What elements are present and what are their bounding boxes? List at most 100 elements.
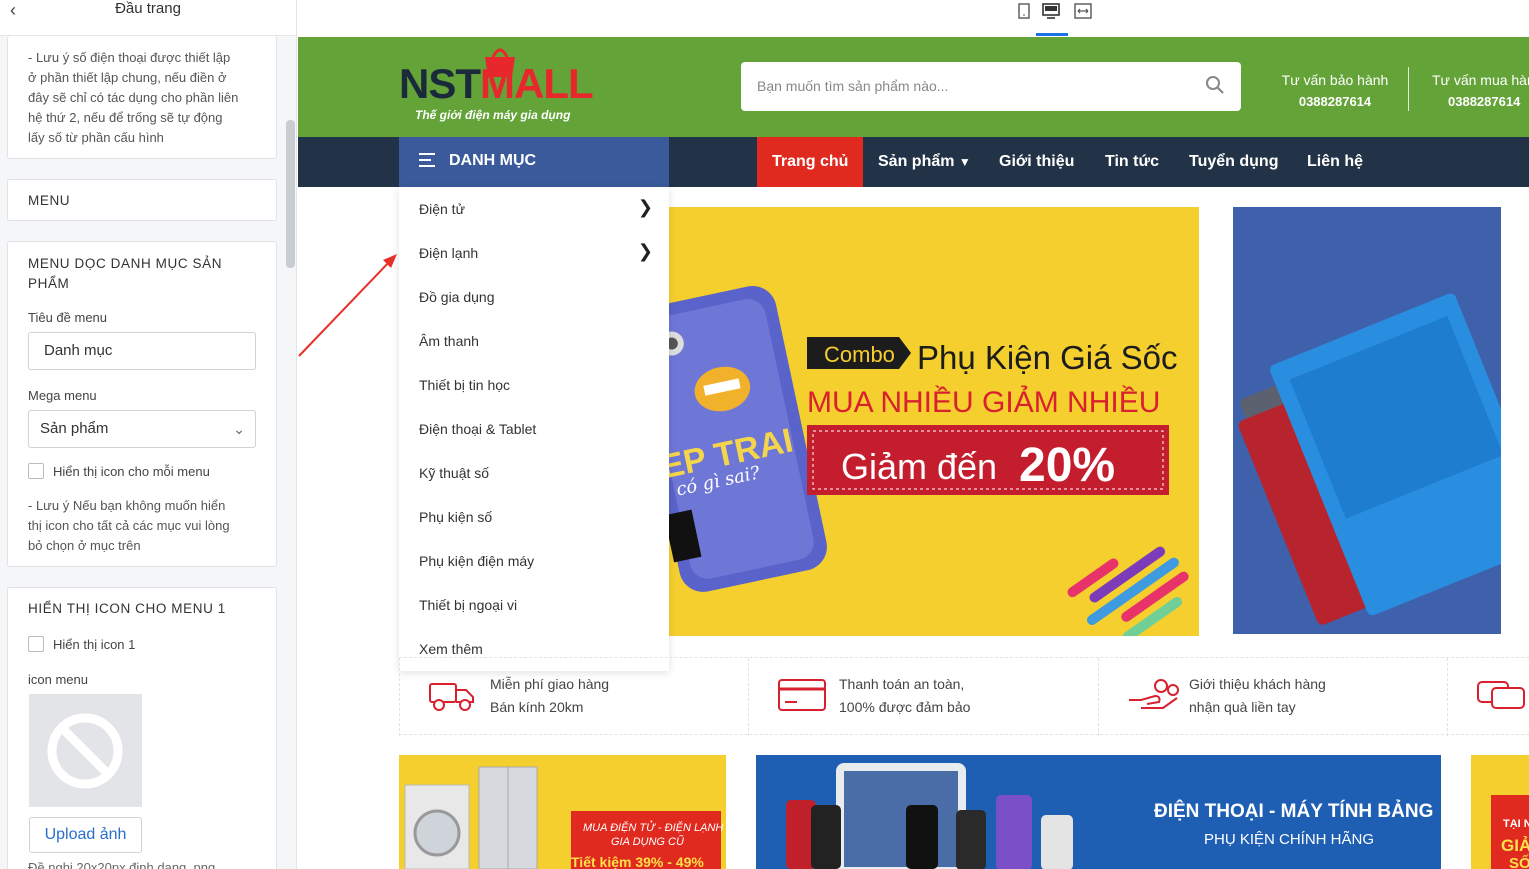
lb3-line3: SỐ (1509, 854, 1529, 869)
panel-title: Đầu trang (115, 0, 181, 17)
nav-about[interactable]: Giới thiệu (999, 137, 1074, 187)
feature-support (1447, 658, 1529, 736)
hotline-warranty[interactable]: Tư vấn bảo hành 0388287614 (1274, 69, 1396, 113)
mega-menu-value: Sản phẩm (40, 420, 109, 437)
size-note: Đề nghị 20x20px định dạng .png (28, 860, 216, 869)
icon-menu1-title: HIỂN THỊ ICON CHO MENU 1 (28, 601, 226, 616)
category-item[interactable]: Điện lạnh (419, 245, 478, 261)
mega-menu-select[interactable]: Sản phẩm ⌄ (28, 410, 256, 448)
chevron-down-icon: ⌄ (233, 421, 245, 437)
site-logo[interactable]: NSTMALL Thế giới điện máy gia dụng (399, 48, 599, 123)
category-item[interactable]: Điện tử (419, 201, 465, 217)
icon-note: - Lưu ý Nếu bạn không muốn hiển thị icon… (28, 498, 230, 553)
side-banner[interactable] (1233, 207, 1501, 634)
mega-menu-label: Mega menu (28, 388, 97, 403)
icon-menu-label: icon menu (28, 672, 88, 687)
show-icon-each-label: Hiển thị icon cho mỗi menu (53, 464, 210, 479)
search-icon[interactable] (1205, 75, 1225, 95)
active-device-indicator (1036, 33, 1068, 36)
site-header: NSTMALL Thế giới điện máy gia dụng Bạn m… (298, 37, 1529, 137)
banner-headline: Phụ Kiện Giá Sốc (917, 339, 1178, 376)
discount-value: 20% (1019, 439, 1115, 492)
editor-panel: ‹ Đầu trang - Lưu ý số điện thoại được t… (0, 0, 297, 869)
lower-banner-3[interactable]: TẠI N GIẢ SỐ (1471, 755, 1529, 869)
panel-scrollbar[interactable] (286, 120, 295, 268)
category-button[interactable]: DANH MỤC (399, 137, 669, 187)
category-item[interactable]: Phụ kiện điện máy (419, 553, 534, 569)
show-icon-each-checkbox[interactable] (28, 463, 44, 479)
category-item[interactable]: Thiết bị tin học (419, 377, 510, 393)
lb1-line3: Tiết kiệm 39% - 49% (571, 854, 704, 869)
category-dropdown: Điện tử ❯ Điện lạnh ❯ Đồ gia dụng Âm tha… (399, 187, 669, 671)
icon-menu1-card: HIỂN THỊ ICON CHO MENU 1 Hiển thị icon 1… (7, 587, 277, 869)
menu-title-input[interactable]: Danh mục (28, 332, 256, 370)
lower-banner-phones[interactable]: ĐIỆN THOẠI - MÁY TÍNH BẢNG PHỤ KIỆN CHÍN… (756, 755, 1441, 869)
hamburger-icon (419, 153, 435, 167)
chat-bubbles-icon (1477, 681, 1525, 709)
lower-banner-appliances[interactable]: MUA ĐIỆN TỬ - ĐIỆN LẠNH GIA DỤNG CŨ Tiết… (399, 755, 726, 869)
category-item[interactable]: Điện thoại & Tablet (419, 421, 536, 437)
annotation-arrow-icon (298, 254, 397, 357)
image-placeholder (29, 694, 142, 807)
search-input[interactable]: Bạn muốn tìm sản phẩm nào... (757, 78, 948, 94)
chevron-down-icon: ▼ (958, 155, 971, 169)
hotline-sales[interactable]: Tư vấn mua hàng 0388287614 (1426, 69, 1529, 113)
lb2-line1: ĐIỆN THOẠI - MÁY TÍNH BẢNG (1154, 800, 1433, 822)
mobile-view-icon[interactable] (1013, 2, 1033, 20)
menu-title-label: Tiêu đề menu (28, 310, 108, 325)
nav-news[interactable]: Tin tức (1105, 137, 1159, 187)
desktop-view-icon[interactable] (1041, 2, 1061, 20)
discount-prefix: Giảm đến (841, 446, 997, 487)
lb1-line2: GIA DỤNG CŨ (611, 835, 684, 848)
device-toolbar (298, 0, 1529, 37)
lb1-line1: MUA ĐIỆN TỬ - ĐIỆN LẠNH (583, 821, 723, 834)
hotline-divider (1408, 67, 1409, 111)
vertical-menu-card: MENU DỌC DANH MỤC SẢN PHẨM Tiêu đề menu … (7, 241, 277, 567)
feature-referral: Giới thiệu khách hàng nhận quà liền tay (1098, 658, 1448, 736)
feature-strip: Miễn phí giao hàng Bán kính 20km Thanh t… (399, 657, 1529, 736)
hand-coins-icon (1129, 679, 1179, 709)
menu-section-title: MENU (28, 193, 71, 208)
vertical-menu-title: MENU DỌC DANH MỤC SẢN PHẨM (28, 256, 223, 291)
phone-note-card: - Lưu ý số điện thoại được thiết lập ở p… (7, 36, 277, 159)
phone-note: - Lưu ý số điện thoại được thiết lập ở p… (28, 50, 239, 145)
truck-icon (429, 683, 474, 711)
feature-secure-payment: Thanh toán an toàn, 100% được đảm bảo (748, 658, 1098, 736)
menu-section[interactable]: MENU (7, 179, 277, 221)
category-item[interactable]: Phụ kiện số (419, 509, 492, 525)
no-image-icon (47, 713, 123, 789)
show-icon1-checkbox[interactable] (28, 636, 44, 652)
feature-free-shipping: Miễn phí giao hàng Bán kính 20km (399, 658, 749, 736)
nav-products[interactable]: Sản phẩm ▼ (878, 137, 971, 187)
shopping-bag-logo-icon (485, 48, 515, 77)
category-item[interactable]: Đồ gia dụng (419, 289, 495, 305)
hero-banner-art: EP TRAI có gì sai? Combo Phụ Kiện Giá Số… (669, 285, 1189, 636)
lb2-line2: PHỤ KIỆN CHÍNH HÃNG (1204, 831, 1374, 848)
lb3-line2: GIẢ (1501, 836, 1529, 855)
upload-image-button[interactable]: Upload ảnh (29, 817, 142, 853)
category-button-label: DANH MỤC (449, 152, 537, 169)
logo-tagline: Thế giới điện máy gia dụng (415, 108, 571, 122)
nav-contact[interactable]: Liên hệ (1307, 137, 1363, 187)
main-nav: DANH MỤC Trang chủ Sản phẩm ▼ Giới thiệu… (298, 137, 1529, 187)
chevron-right-icon[interactable]: ❯ (638, 197, 653, 218)
nav-careers[interactable]: Tuyển dụng (1189, 137, 1278, 187)
category-item-more[interactable]: Xem thêm (419, 641, 483, 657)
lower-banner-3-art: TẠI N GIẢ SỐ (1491, 795, 1529, 869)
panel-header: ‹ Đầu trang (0, 0, 296, 36)
nav-home[interactable]: Trang chủ (757, 137, 864, 187)
search-box[interactable]: Bạn muốn tìm sản phẩm nào... (741, 62, 1241, 111)
lower-banner-2-art: ĐIỆN THOẠI - MÁY TÍNH BẢNG PHỤ KIỆN CHÍN… (786, 763, 1433, 869)
lb3-line1: TẠI N (1503, 818, 1529, 830)
fullwidth-view-icon[interactable] (1073, 2, 1093, 20)
lower-banner-1-art: MUA ĐIỆN TỬ - ĐIỆN LẠNH GIA DỤNG CŨ Tiết… (404, 766, 723, 869)
hero-banner[interactable]: EP TRAI có gì sai? Combo Phụ Kiện Giá Số… (669, 207, 1199, 636)
category-item[interactable]: Thiết bị ngoại vi (419, 597, 517, 613)
category-item[interactable]: Âm thanh (419, 333, 479, 349)
side-banner-art (1233, 207, 1501, 634)
combo-label: Combo (824, 342, 895, 367)
chevron-right-icon[interactable]: ❯ (638, 241, 653, 262)
banner-subheadline: MUA NHIỀU GIẢM NHIỀU (807, 385, 1160, 419)
category-item[interactable]: Kỹ thuật số (419, 465, 489, 481)
credit-card-icon (778, 679, 826, 711)
